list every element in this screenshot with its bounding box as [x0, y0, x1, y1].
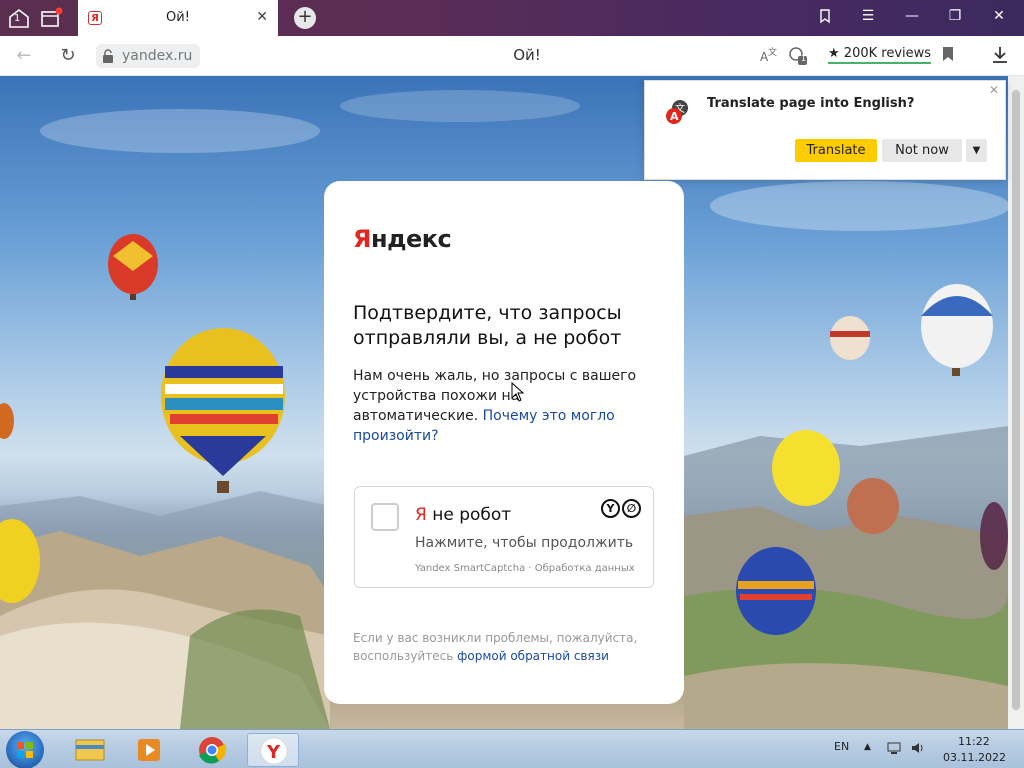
feedback-link[interactable]: формой обратной связи [457, 649, 609, 663]
not-now-button[interactable]: Not now [882, 139, 962, 162]
not-robot-sublabel: Нажмите, чтобы продолжить [415, 535, 634, 551]
clock-date[interactable]: 03.11.2022 [943, 751, 1006, 764]
translate-button[interactable]: Translate [795, 139, 877, 162]
restore-icon[interactable]: ❐ [944, 8, 966, 28]
screen: 1 Я Ой! ✕ + ☰ — ❐ ✕ ← ↻ yandex.ru Ой! A文 [0, 0, 1024, 768]
reviews-label: 200K reviews [843, 46, 932, 61]
downloads-icon[interactable] [990, 46, 1010, 66]
tab-active[interactable]: Я Ой! ✕ [78, 0, 278, 36]
captcha-description: Нам очень жаль, но запросы с вашего устр… [353, 366, 643, 446]
mouse-cursor-icon [511, 382, 525, 402]
clock-time[interactable]: 11:22 [958, 735, 990, 748]
home-tab-badge: 1 [14, 13, 21, 24]
extension-badge: 1 [801, 54, 807, 63]
start-button[interactable] [6, 731, 44, 768]
translate-options-chevron-icon[interactable]: ▼ [966, 139, 987, 162]
help-text: Если у вас возникли проблемы, пожалуйста… [353, 629, 643, 665]
taskbar-media-player[interactable] [124, 733, 176, 767]
smartcaptcha-footer[interactable]: Yandex SmartCaptcha · Обработка данных [415, 563, 635, 574]
address-bar: ← ↻ yandex.ru Ой! A文 1 ★ 200K reviews [0, 36, 1024, 76]
scrollbar[interactable] [1008, 76, 1024, 729]
translate-popup: 文 A Translate page into English? ✕ Trans… [644, 80, 1006, 180]
tab-manager-icon[interactable] [38, 6, 64, 30]
yandex-logo: Яндекс [353, 225, 452, 253]
taskbar-yandex-browser[interactable]: Y [247, 733, 299, 767]
svg-text:A: A [670, 110, 679, 123]
home-tab-icon[interactable]: 1 [6, 6, 32, 30]
not-robot-checkbox[interactable] [371, 503, 399, 531]
translate-popup-icon: 文 A [666, 100, 688, 124]
captcha-circle-icon: ∅ [622, 499, 641, 518]
captcha-checkbox-widget[interactable]: Я не робот Нажмите, чтобы продолжить Yan… [354, 486, 654, 588]
tab-title: Ой! [166, 10, 190, 25]
network-icon[interactable] [886, 740, 902, 759]
menu-icon[interactable]: ☰ [857, 8, 879, 28]
taskbar-chrome[interactable] [186, 733, 238, 767]
star-icon: ★ [828, 46, 840, 61]
minimize-icon[interactable]: — [901, 8, 923, 28]
captcha-card: Яндекс Подтвердите, что запросы отправля… [324, 181, 684, 704]
yandex-circle-icon: Y [601, 499, 620, 518]
extension-icon[interactable]: 1 [788, 46, 808, 66]
taskbar-explorer[interactable] [64, 733, 116, 767]
show-hidden-icons[interactable]: ▲ [864, 742, 871, 752]
translate-icon[interactable]: A文 [758, 46, 778, 66]
captcha-heading: Подтвердите, что запросы отправляли вы, … [353, 302, 622, 349]
not-robot-label: Я не робот [415, 505, 512, 525]
browser-titlebar: 1 Я Ой! ✕ + ☰ — ❐ ✕ [0, 0, 1024, 36]
tab-close-icon[interactable]: ✕ [256, 9, 268, 25]
close-window-icon[interactable]: ✕ [988, 8, 1010, 28]
windows-taskbar: Y EN ▲ 11:22 03.11.2022 [0, 729, 1024, 768]
smartcaptcha-logos: Y ∅ [601, 499, 641, 518]
bookmark-icon[interactable] [938, 46, 958, 66]
new-tab-button[interactable]: + [294, 7, 316, 29]
svg-text:文: 文 [768, 46, 777, 58]
volume-icon[interactable] [910, 740, 926, 759]
language-indicator[interactable]: EN [834, 740, 849, 753]
svg-text:Y: Y [266, 742, 281, 763]
reviews-button[interactable]: ★ 200K reviews [828, 46, 932, 64]
scrollbar-thumb[interactable] [1012, 90, 1020, 710]
translate-popup-title: Translate page into English? [707, 96, 915, 111]
bookmarks-collection-icon[interactable] [814, 8, 836, 28]
translate-popup-close-icon[interactable]: ✕ [989, 83, 999, 97]
